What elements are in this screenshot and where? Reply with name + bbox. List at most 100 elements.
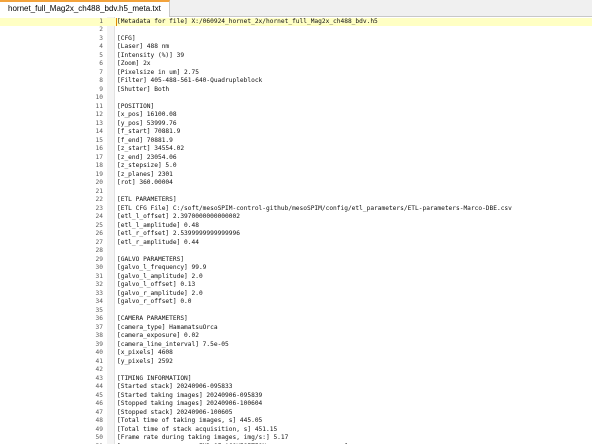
line-number: 17 — [95, 153, 103, 161]
line-text: [etl_r_amplitude] 0.44 — [117, 238, 199, 246]
line-text: [camera_line_interval] 7.5e-05 — [117, 340, 229, 348]
editor-line[interactable]: 25 [etl_l_amplitude] 0.48 — [0, 222, 592, 231]
editor-line[interactable]: 26 [etl_r_offset] 2.5399999999999996 — [0, 230, 592, 239]
editor-line[interactable]: 38 [camera_exposure] 0.02 — [0, 332, 592, 341]
editor-line[interactable]: 3 [CFG] — [0, 35, 592, 44]
line-number: 31 — [95, 272, 103, 280]
editor-line[interactable]: 28 — [0, 247, 592, 256]
line-number: 15 — [95, 136, 103, 144]
line-number: 35 — [95, 306, 103, 314]
editor-line[interactable]: 39 [camera_line_interval] 7.5e-05 — [0, 341, 592, 350]
editor-line[interactable]: 17 [z_end] 23054.06 — [0, 154, 592, 163]
editor-line[interactable]: 43 [TIMING INFORMATION] — [0, 375, 592, 384]
line-text: [Stopped stack] 20240906-100605 — [117, 408, 233, 416]
line-text: [z_end] 23054.06 — [117, 153, 177, 161]
editor-line[interactable]: 19 [z_planes] 2301 — [0, 171, 592, 180]
line-text: [Total time of stack acquisition, s] 451… — [117, 425, 278, 433]
editor-line[interactable]: 30 [galvo_l_frequency] 99.9 — [0, 264, 592, 273]
editor-line[interactable]: 31 [galvo_l_amplitude] 2.0 — [0, 273, 592, 282]
line-number: 7 — [99, 68, 103, 76]
editor-line[interactable]: 49 [Total time of stack acquisition, s] 4… — [0, 426, 592, 435]
line-text: [etl_r_offset] 2.5399999999999996 — [117, 230, 240, 237]
editor-line[interactable]: 22 [ETL PARAMETERS] — [0, 196, 592, 205]
editor-line[interactable]: 4 [Laser] 488 nm — [0, 43, 592, 52]
line-number: 21 — [95, 187, 103, 195]
editor-line[interactable]: 34 [galvo_r_offset] 0.0 — [0, 298, 592, 307]
editor-line[interactable]: 6 [Zoom] 2x — [0, 60, 592, 69]
editor-line[interactable]: 2 — [0, 26, 592, 35]
line-text: [x_pos] 16100.08 — [117, 111, 177, 118]
line-text: [y_pos] 53999.76 — [117, 119, 177, 127]
line-number: 36 — [95, 315, 103, 322]
text-editor[interactable]: 1 [Metadata for file] X:/060924_hornet_2x… — [0, 17, 592, 444]
line-text: [galvo_l_amplitude] 2.0 — [117, 272, 203, 280]
editor-line[interactable]: 48 [Total time of taking images, s] 445.0… — [0, 417, 592, 426]
editor-line[interactable]: 47 [Stopped stack] 20240906-100605 — [0, 409, 592, 418]
editor-line[interactable]: 37 [camera_type] HamamatsuOrca — [0, 324, 592, 333]
editor-line[interactable]: 27 [etl_r_amplitude] 0.44 — [0, 239, 592, 248]
editor-line[interactable]: 44 [Started stack] 20240906-095833 — [0, 383, 592, 392]
line-number: 25 — [95, 221, 103, 229]
line-text: [Pixelsize in um] 2.75 — [117, 68, 199, 76]
line-number: 49 — [95, 425, 103, 433]
line-text: [z_planes] 2301 — [117, 170, 173, 178]
line-number: 23 — [95, 204, 103, 212]
line-text: [Metadata for file] X:/060924_hornet_2x/… — [117, 17, 378, 25]
line-text: [rot] 360.00004 — [117, 179, 173, 186]
editor-line[interactable]: 7 [Pixelsize in um] 2.75 — [0, 69, 592, 78]
editor-line[interactable]: 18 [z_stepsize] 5.0 — [0, 162, 592, 171]
line-text: [galvo_l_offset] 0.13 — [117, 281, 196, 288]
editor-line[interactable]: 21 — [0, 188, 592, 197]
line-text: [z_start] 34554.02 — [117, 145, 185, 152]
line-text: [camera_type] HamamatsuOrca — [117, 323, 218, 331]
editor-line[interactable]: 16 [z_start] 34554.02 — [0, 145, 592, 154]
line-number: 34 — [95, 298, 103, 305]
line-number: 8 — [99, 77, 103, 84]
editor-line[interactable]: 14 [f_start] 70881.9 — [0, 128, 592, 137]
line-number: 19 — [95, 170, 103, 178]
line-number: 43 — [95, 374, 103, 382]
line-number: 29 — [95, 255, 103, 263]
line-number: 42 — [95, 366, 103, 373]
line-text: [etl_l_offset] 2.3970000000000002 — [117, 213, 240, 220]
line-text: [Frame rate during taking images, img/s:… — [117, 434, 289, 441]
editor-line[interactable]: 13 [y_pos] 53999.76 — [0, 120, 592, 129]
line-text: [galvo_l_frequency] 99.9 — [117, 264, 207, 271]
editor-line[interactable]: 41 [y_pixels] 2592 — [0, 358, 592, 367]
line-text: [f_end] 70881.9 — [117, 136, 173, 144]
editor-line[interactable]: 8 [Filter] 405-488-561-640-Quadrupleblock — [0, 77, 592, 86]
editor-line[interactable]: 33 [galvo_r_amplitude] 2.0 — [0, 290, 592, 299]
editor-line[interactable]: 1 [Metadata for file] X:/060924_hornet_2x… — [0, 17, 592, 26]
editor-line[interactable]: 23 [ETL CFG File] C:/soft/mesoSPIM-contro… — [0, 205, 592, 214]
line-text: [Filter] 405-488-561-640-Quadrupleblock — [117, 77, 263, 84]
line-text: [Total time of taking images, s] 445.05 — [117, 417, 263, 424]
editor-line[interactable]: 40 [x_pixels] 4608 — [0, 349, 592, 358]
editor-line[interactable]: 15 [f_end] 70881.9 — [0, 137, 592, 146]
editor-line[interactable]: 36 [CAMERA PARAMETERS] — [0, 315, 592, 324]
editor-line[interactable]: 10 — [0, 94, 592, 103]
editor-line[interactable]: 5 [Intensity (%)] 39 — [0, 52, 592, 61]
line-text: [Zoom] 2x — [117, 60, 151, 67]
line-number: 30 — [95, 264, 103, 271]
editor-line[interactable]: 24 [etl_l_offset] 2.3970000000000002 — [0, 213, 592, 222]
line-number: 5 — [99, 51, 103, 59]
editor-line[interactable]: 45 [Started taking images] 20240906-09583… — [0, 392, 592, 401]
line-text: [TIMING INFORMATION] — [117, 374, 192, 382]
editor-line[interactable]: 46 [Stopped taking images] 20240906-10060… — [0, 400, 592, 409]
editor-line[interactable]: 42 — [0, 366, 592, 375]
editor-line[interactable]: 29 [GALVO PARAMETERS] — [0, 256, 592, 265]
editor-line[interactable]: 9 [Shutter] Both — [0, 86, 592, 95]
line-text: [Intensity (%)] 39 — [117, 51, 185, 59]
file-tab[interactable]: hornet_full_Mag2x_ch488_bdv.h5_meta.txt — [0, 0, 170, 17]
line-number: 44 — [95, 383, 103, 390]
line-number: 41 — [95, 357, 103, 365]
editor-line[interactable]: 50 [Frame rate during taking images, img/… — [0, 434, 592, 443]
tab-bar: hornet_full_Mag2x_ch488_bdv.h5_meta.txt — [0, 0, 592, 17]
editor-line[interactable]: 35 — [0, 307, 592, 316]
editor-line[interactable]: 20 [rot] 360.00004 — [0, 179, 592, 188]
editor-line[interactable]: 12 [x_pos] 16100.08 — [0, 111, 592, 120]
editor-line[interactable]: 32 [galvo_l_offset] 0.13 — [0, 281, 592, 290]
line-number: 37 — [95, 323, 103, 331]
editor-line[interactable]: 11 [POSITION] — [0, 103, 592, 112]
line-number: 6 — [99, 60, 103, 67]
